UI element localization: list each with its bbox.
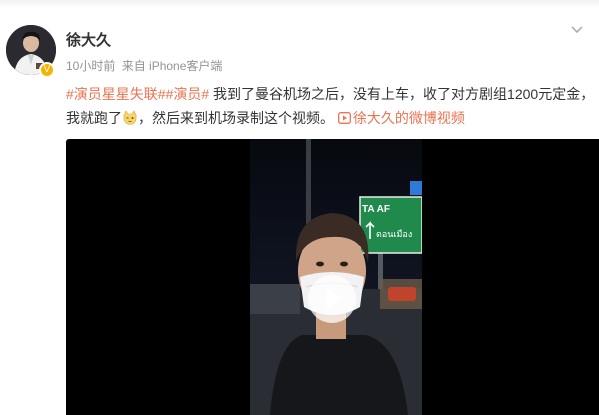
sign-text: TA AF — [362, 204, 390, 215]
user-name[interactable]: 徐大久 — [66, 29, 111, 50]
video-player[interactable]: TA AF ดอนเมือง — [66, 139, 599, 415]
play-icon — [327, 289, 343, 309]
top-divider — [0, 0, 599, 8]
video-link-icon — [337, 112, 351, 124]
post-meta: 10小时前 来自 iPhone客户端 — [66, 57, 225, 74]
wink-cat-emoji-icon — [123, 110, 137, 125]
video-link-label: 徐大久的微博视频 — [352, 110, 465, 126]
video-link[interactable]: 徐大久的微博视频 — [337, 110, 465, 126]
hashtag-link[interactable]: #演员星星失联# — [66, 86, 166, 102]
post-text: #演员星星失联##演员# 我到了曼谷机场之后，没有上车，收了对方剧组1200元定… — [66, 82, 596, 130]
hashtag-link[interactable]: #演员# — [166, 86, 210, 102]
sign-script: ดอนเมือง — [376, 229, 412, 240]
post-body-text: ，然后来到机场录制这个视频。 — [138, 110, 338, 126]
play-button[interactable] — [308, 275, 356, 323]
weibo-post: V 徐大久 10小时前 来自 iPhone客户端 #演员星星失联##演员# 我到… — [0, 0, 599, 415]
post-time[interactable]: 10小时前 — [66, 59, 115, 73]
post-source: 来自 iPhone客户端 — [121, 59, 223, 73]
verified-badge-icon: V — [39, 62, 55, 78]
chevron-down-icon[interactable] — [570, 24, 584, 34]
